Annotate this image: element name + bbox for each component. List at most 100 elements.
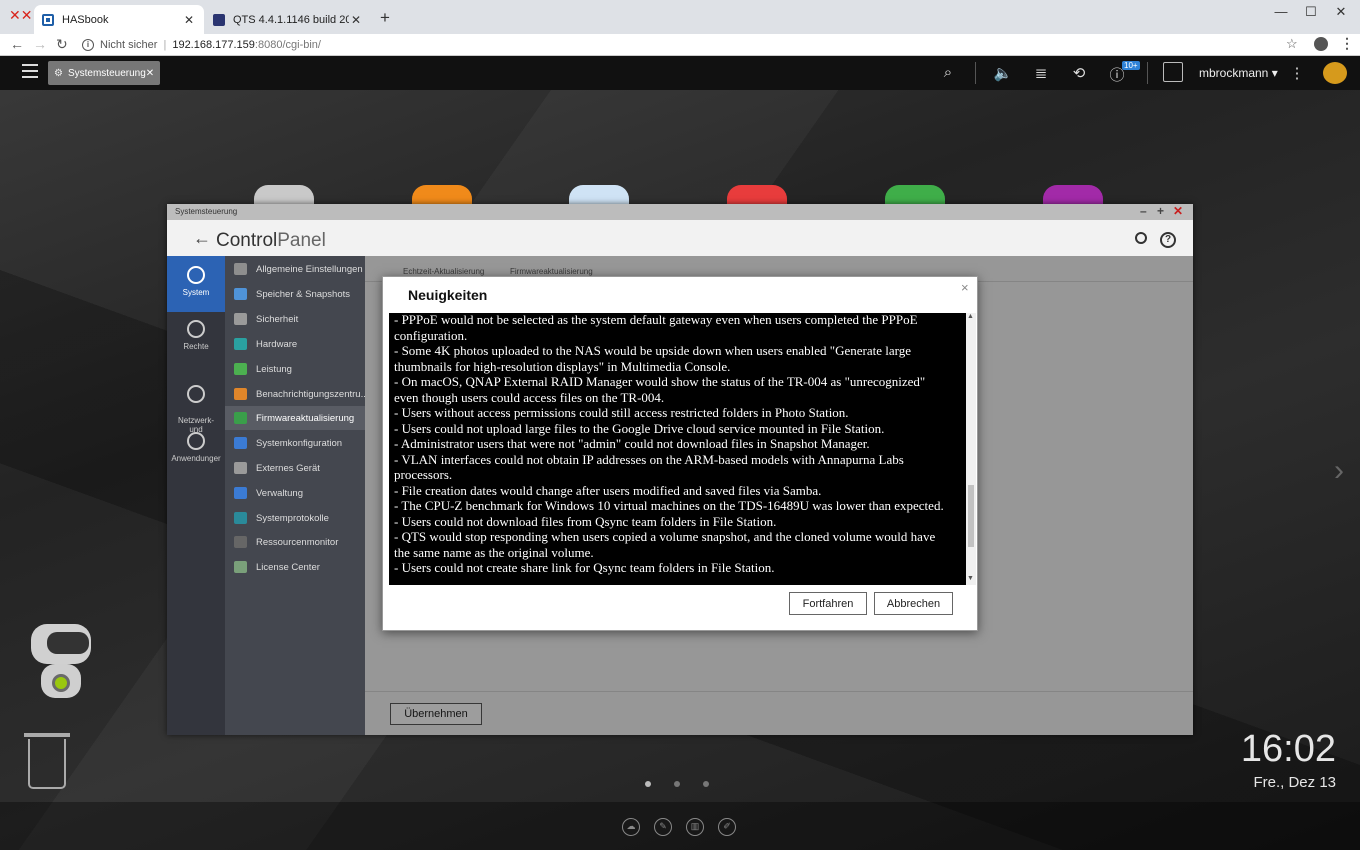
menu-item-license-center[interactable]: License Center <box>225 555 365 579</box>
release-notes-body[interactable]: - PPPoE would not be selected as the sys… <box>389 313 966 585</box>
menu-item-administration[interactable]: Verwaltung <box>225 481 365 505</box>
close-icon[interactable]: × <box>961 280 969 295</box>
menu-item-system-config[interactable]: Systemkonfiguration <box>225 431 365 455</box>
main-menu-icon[interactable] <box>22 64 38 78</box>
release-note-line: - The CPU-Z benchmark for Windows 10 vir… <box>394 498 944 513</box>
browser-menu-icon[interactable]: ⋮ <box>1340 35 1354 52</box>
lock-icon <box>234 313 247 325</box>
rail-item-applications[interactable]: Anwendunger <box>167 432 225 480</box>
page-dot[interactable] <box>703 781 709 787</box>
category-rail: System Rechte Netzwerk- und Anwendunger <box>167 256 225 735</box>
window-title: Systemsteuerung <box>175 207 238 216</box>
url-field[interactable]: i Nicht sicher | 192.168.177.159:8080/cg… <box>82 36 321 53</box>
sync-icon[interactable]: ⟲ <box>1069 64 1089 82</box>
scrollbar[interactable]: ▲ ▼ <box>966 313 976 585</box>
apps-icon[interactable]: ▥ <box>686 818 704 836</box>
not-secure-label: Nicht sicher <box>100 38 158 51</box>
tab-title: QTS 4.4.1.1146 build 20191206 | <box>233 13 349 26</box>
qnap-favicon-icon <box>42 13 54 26</box>
menu-item-resource-monitor[interactable]: Ressourcenmonitor <box>225 530 365 554</box>
minimize-window-icon[interactable]: – <box>1140 204 1147 218</box>
minimize-button[interactable]: — <box>1266 4 1296 20</box>
control-panel-header: ← ControlPanel ? <box>167 220 1193 256</box>
menu-label: Verwaltung <box>256 487 304 499</box>
menu-item-firmware-update[interactable]: Firmwareaktualisierung <box>225 406 365 430</box>
menu-item-storage[interactable]: Speicher & Snapshots <box>225 282 365 306</box>
release-note-line: - Some 4K photos uploaded to the NAS wou… <box>394 343 912 374</box>
next-page-arrow-icon[interactable]: › <box>1334 454 1344 488</box>
maximize-button[interactable]: ☐ <box>1296 4 1326 20</box>
release-note-line: - QTS would stop responding when users c… <box>394 529 936 560</box>
browser-tab-hasbook[interactable]: HASbook ✕ <box>34 5 204 34</box>
tools-icon[interactable]: ✎ <box>654 818 672 836</box>
helpdesk-robot-icon[interactable] <box>24 624 100 714</box>
gear-icon <box>187 266 205 284</box>
open-app-tab[interactable]: ⚙ Systemsteuerung ✕ <box>48 61 160 85</box>
dashboard-icon[interactable] <box>1323 62 1347 84</box>
page-dot[interactable] <box>674 781 680 787</box>
back-arrow-icon[interactable]: ← <box>10 36 24 52</box>
user-icon[interactable] <box>1163 62 1183 82</box>
close-icon[interactable]: ✕ <box>146 68 154 79</box>
menu-item-performance[interactable]: Leistung <box>225 357 365 381</box>
window-title-bar[interactable]: Systemsteuerung – + ✕ <box>167 204 1193 220</box>
menu-label: Allgemeine Einstellungen <box>256 263 363 275</box>
rail-label: System <box>182 288 210 297</box>
page-dot[interactable] <box>645 781 651 787</box>
scroll-down-icon[interactable]: ▼ <box>967 575 974 582</box>
url-path: :8080/cgi-bin/ <box>254 38 321 51</box>
trash-icon[interactable] <box>24 733 70 789</box>
reload-icon[interactable]: ↻ <box>56 36 68 53</box>
open-app-tab-label: Systemsteuerung <box>67 67 146 79</box>
menu-item-hardware[interactable]: Hardware <box>225 332 365 356</box>
cloud-icon[interactable]: ☁ <box>622 818 640 836</box>
close-window-icon[interactable]: ✕ <box>1173 204 1183 218</box>
release-note-line: - VLAN interfaces could not obtain IP ad… <box>394 451 904 483</box>
rail-item-network[interactable]: Netzwerk- und <box>167 376 225 434</box>
qts-top-bar: ⚙ Systemsteuerung ✕ ⌕ 🔈 ≣ ⟲ ⓘ 10+ mbrock… <box>0 56 1360 90</box>
tab-close-icon[interactable]: ✕ <box>349 13 363 27</box>
menu-item-general[interactable]: Allgemeine Einstellungen <box>225 257 365 281</box>
tasks-icon[interactable]: ≣ <box>1031 64 1051 82</box>
menu-item-security[interactable]: Sicherheit <box>225 307 365 331</box>
menu-label: Leistung <box>256 363 292 375</box>
tab-close-icon[interactable]: ✕ <box>182 13 196 27</box>
close-window-button[interactable]: ✕ <box>1326 4 1356 20</box>
search-icon[interactable]: ⌕ <box>938 64 958 81</box>
menu-item-external-device[interactable]: Externes Gerät <box>225 456 365 480</box>
globe-icon <box>187 385 205 403</box>
notification-icon <box>234 388 247 400</box>
scrollbar-thumb[interactable] <box>968 485 974 547</box>
user-menu[interactable]: mbrockmann ▾ <box>1199 66 1278 80</box>
profile-icon[interactable] <box>1314 37 1328 51</box>
menu-label: Externes Gerät <box>256 462 320 474</box>
menu-item-system-logs[interactable]: Systemprotokolle <box>225 506 365 530</box>
menu-label: Sicherheit <box>256 313 299 325</box>
rail-item-system[interactable]: System <box>167 256 225 312</box>
continue-button[interactable]: Fortfahren <box>789 592 867 615</box>
bookmark-star-icon[interactable]: ☆ <box>1286 36 1298 52</box>
menu-label: Ressourcenmonitor <box>256 536 339 548</box>
forward-arrow-icon[interactable]: → <box>33 36 47 52</box>
search-icon[interactable] <box>1135 232 1147 244</box>
menu-item-notifications[interactable]: Benachrichtigungszentru... <box>225 382 365 406</box>
menu-label: Speicher & Snapshots <box>256 288 351 300</box>
more-options-icon[interactable]: ⋮ <box>1287 64 1307 82</box>
notes-icon[interactable]: ✐ <box>718 818 736 836</box>
back-arrow-icon[interactable]: ← <box>193 228 211 249</box>
external-device-icon <box>234 462 247 474</box>
scroll-up-icon[interactable]: ▲ <box>967 313 974 320</box>
maximize-window-icon[interactable]: + <box>1157 204 1164 218</box>
volume-icon[interactable]: 🔈 <box>993 64 1013 82</box>
license-icon <box>234 561 247 573</box>
rail-item-privileges[interactable]: Rechte <box>167 320 225 368</box>
control-panel-title: ControlPanel <box>216 230 326 252</box>
help-icon[interactable]: ? <box>1160 232 1176 248</box>
info-icon[interactable]: i <box>82 38 94 51</box>
url-host: 192.168.177.159 <box>172 38 255 51</box>
cancel-button[interactable]: Abbrechen <box>874 592 953 615</box>
performance-icon <box>234 363 247 375</box>
browser-tab-qts[interactable]: QTS 4.4.1.1146 build 20191206 | ✕ <box>205 5 371 34</box>
new-tab-button[interactable]: + <box>380 8 390 28</box>
menu-label: Systemprotokolle <box>256 512 329 524</box>
